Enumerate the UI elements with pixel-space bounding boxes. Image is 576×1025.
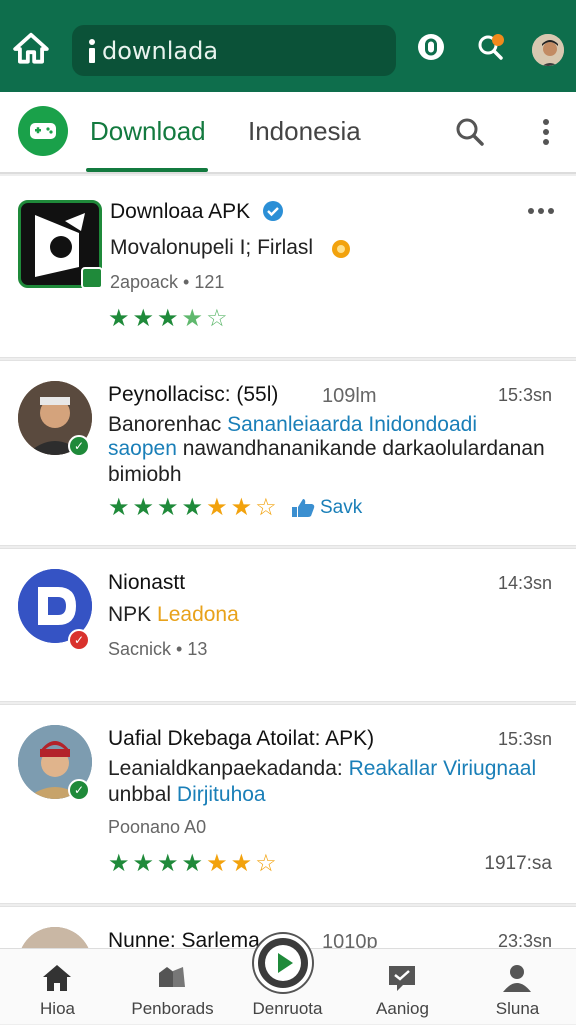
post-card[interactable]: ✓ Uafial Dkebaga Atoilat: APK) 15:3sn Le… [0,704,576,904]
star-icon: ★ [206,493,228,521]
award-icon [332,240,350,258]
search-notification-icon[interactable] [476,32,506,62]
app-meta: 2apoack • 121 [110,272,225,292]
post-card[interactable]: ✓ Nionastt 14:3sn NPK Leadona Sacnick • … [0,548,576,702]
star-icon: ★ [181,304,204,332]
star-icon: ★ [108,304,130,332]
app-subtitle: Movalonupeli I; Firlasl [110,236,314,259]
post-time: 15:3sn [497,729,552,749]
post-time: 14:3sn [497,573,552,593]
play-fab-button[interactable] [254,934,312,992]
app-rating: ★ ★ ★ ★ ☆ [108,306,228,330]
message-icon [389,966,415,991]
nav-label: Aaniog [376,999,429,1018]
tab-bar: Download Indonesia [0,92,576,174]
app-icon [18,200,103,289]
post-time: 15:3sn [497,385,552,405]
star-icon: ★ [230,493,253,521]
post-card[interactable]: ✓ Peynollacisc: (55l) 109lm 15:3sn Banor… [0,360,576,546]
search-icon[interactable] [454,116,486,148]
star-icon: ★ [230,849,253,877]
star-icon: ★ [157,493,179,521]
post-rating: ★ ★ ★ ★ ★ ★ ☆ [108,851,277,875]
app-title: Downloaa APK [110,200,251,223]
community-icon [159,967,185,987]
post-text-line: Leanialdkanpaekadanda: Reakallar Viriugn… [108,757,537,780]
nav-profile[interactable]: Sluna [460,949,575,1025]
nav-label: Penborads [131,999,214,1018]
nav-label: Hioa [40,999,75,1018]
post-author[interactable]: Peynollacisc: (55l) [108,383,278,407]
post-count: 109lm [322,385,377,407]
app-logo [18,106,68,156]
home-icon[interactable] [12,30,50,68]
nav-messages[interactable]: Aaniog [345,949,460,1025]
post-author[interactable]: Uafial Dkebaga Atoilat: APK) [108,727,374,751]
star-icon: ★ [206,849,228,877]
more-vert-icon[interactable] [536,116,556,148]
play-icon [265,945,301,981]
verified-icon [263,201,283,221]
star-icon: ★ [108,493,130,521]
android-badge-icon [81,267,103,289]
nav-community[interactable]: Penborads [115,949,230,1025]
info-icon [88,38,96,63]
check-badge-icon: ✓ [68,629,90,651]
post-text-line: Banorenhac Sananleiaarda Inidondoadi [108,413,478,436]
post-meta: Poonano A0 [108,817,207,837]
nav-label: Sluna [495,999,540,1018]
nav-home[interactable]: Hioa [0,949,115,1025]
home-icon [43,965,71,991]
verified-badge-icon: ✓ [68,435,90,457]
tab-indonesia[interactable]: Indonesia [248,116,361,147]
more-horiz-icon[interactable] [526,206,556,216]
half-star-icon: ☆ [255,493,277,521]
thumbs-up-icon[interactable] [290,497,316,519]
half-star-icon: ☆ [206,304,228,332]
address-text: downlada [102,36,219,65]
star-icon: ★ [108,849,130,877]
post-text-line: unbbal Dirjituhoa [108,783,266,806]
star-icon: ★ [132,849,155,877]
post-tag[interactable]: Savk [320,497,362,519]
post-text-line: bimiobh [108,463,182,486]
half-star-icon: ☆ [255,849,277,877]
tab-download[interactable]: Download [90,116,206,147]
app-card[interactable]: Downloaa APK Movalonupeli I; Firlasl 2ap… [0,176,576,358]
address-bar[interactable]: downlada [72,25,396,76]
shield-icon[interactable] [416,32,446,62]
star-icon: ★ [132,493,155,521]
star-icon: ★ [157,849,179,877]
post-text-line: saopen nawandhananikande darkaolulardana… [108,437,545,460]
post-text-line: NPK Leadona [108,603,239,626]
profile-icon [503,965,531,992]
post-author[interactable]: Nionastt [108,571,185,595]
post-rating: ★ ★ ★ ★ ★ ★ ☆ [108,495,277,519]
active-tab-indicator [86,168,208,172]
nav-label: Denruota [252,999,323,1018]
profile-avatar[interactable] [530,32,566,68]
star-icon: ★ [181,849,204,877]
star-icon: ★ [157,304,179,332]
star-icon: ★ [132,304,155,332]
post-footer-time: 1917:sa [484,853,552,874]
top-app-bar: downlada [0,0,576,92]
post-meta: Sacnick • 13 [108,639,208,659]
star-icon: ★ [181,493,204,521]
verified-badge-icon: ✓ [68,779,90,801]
